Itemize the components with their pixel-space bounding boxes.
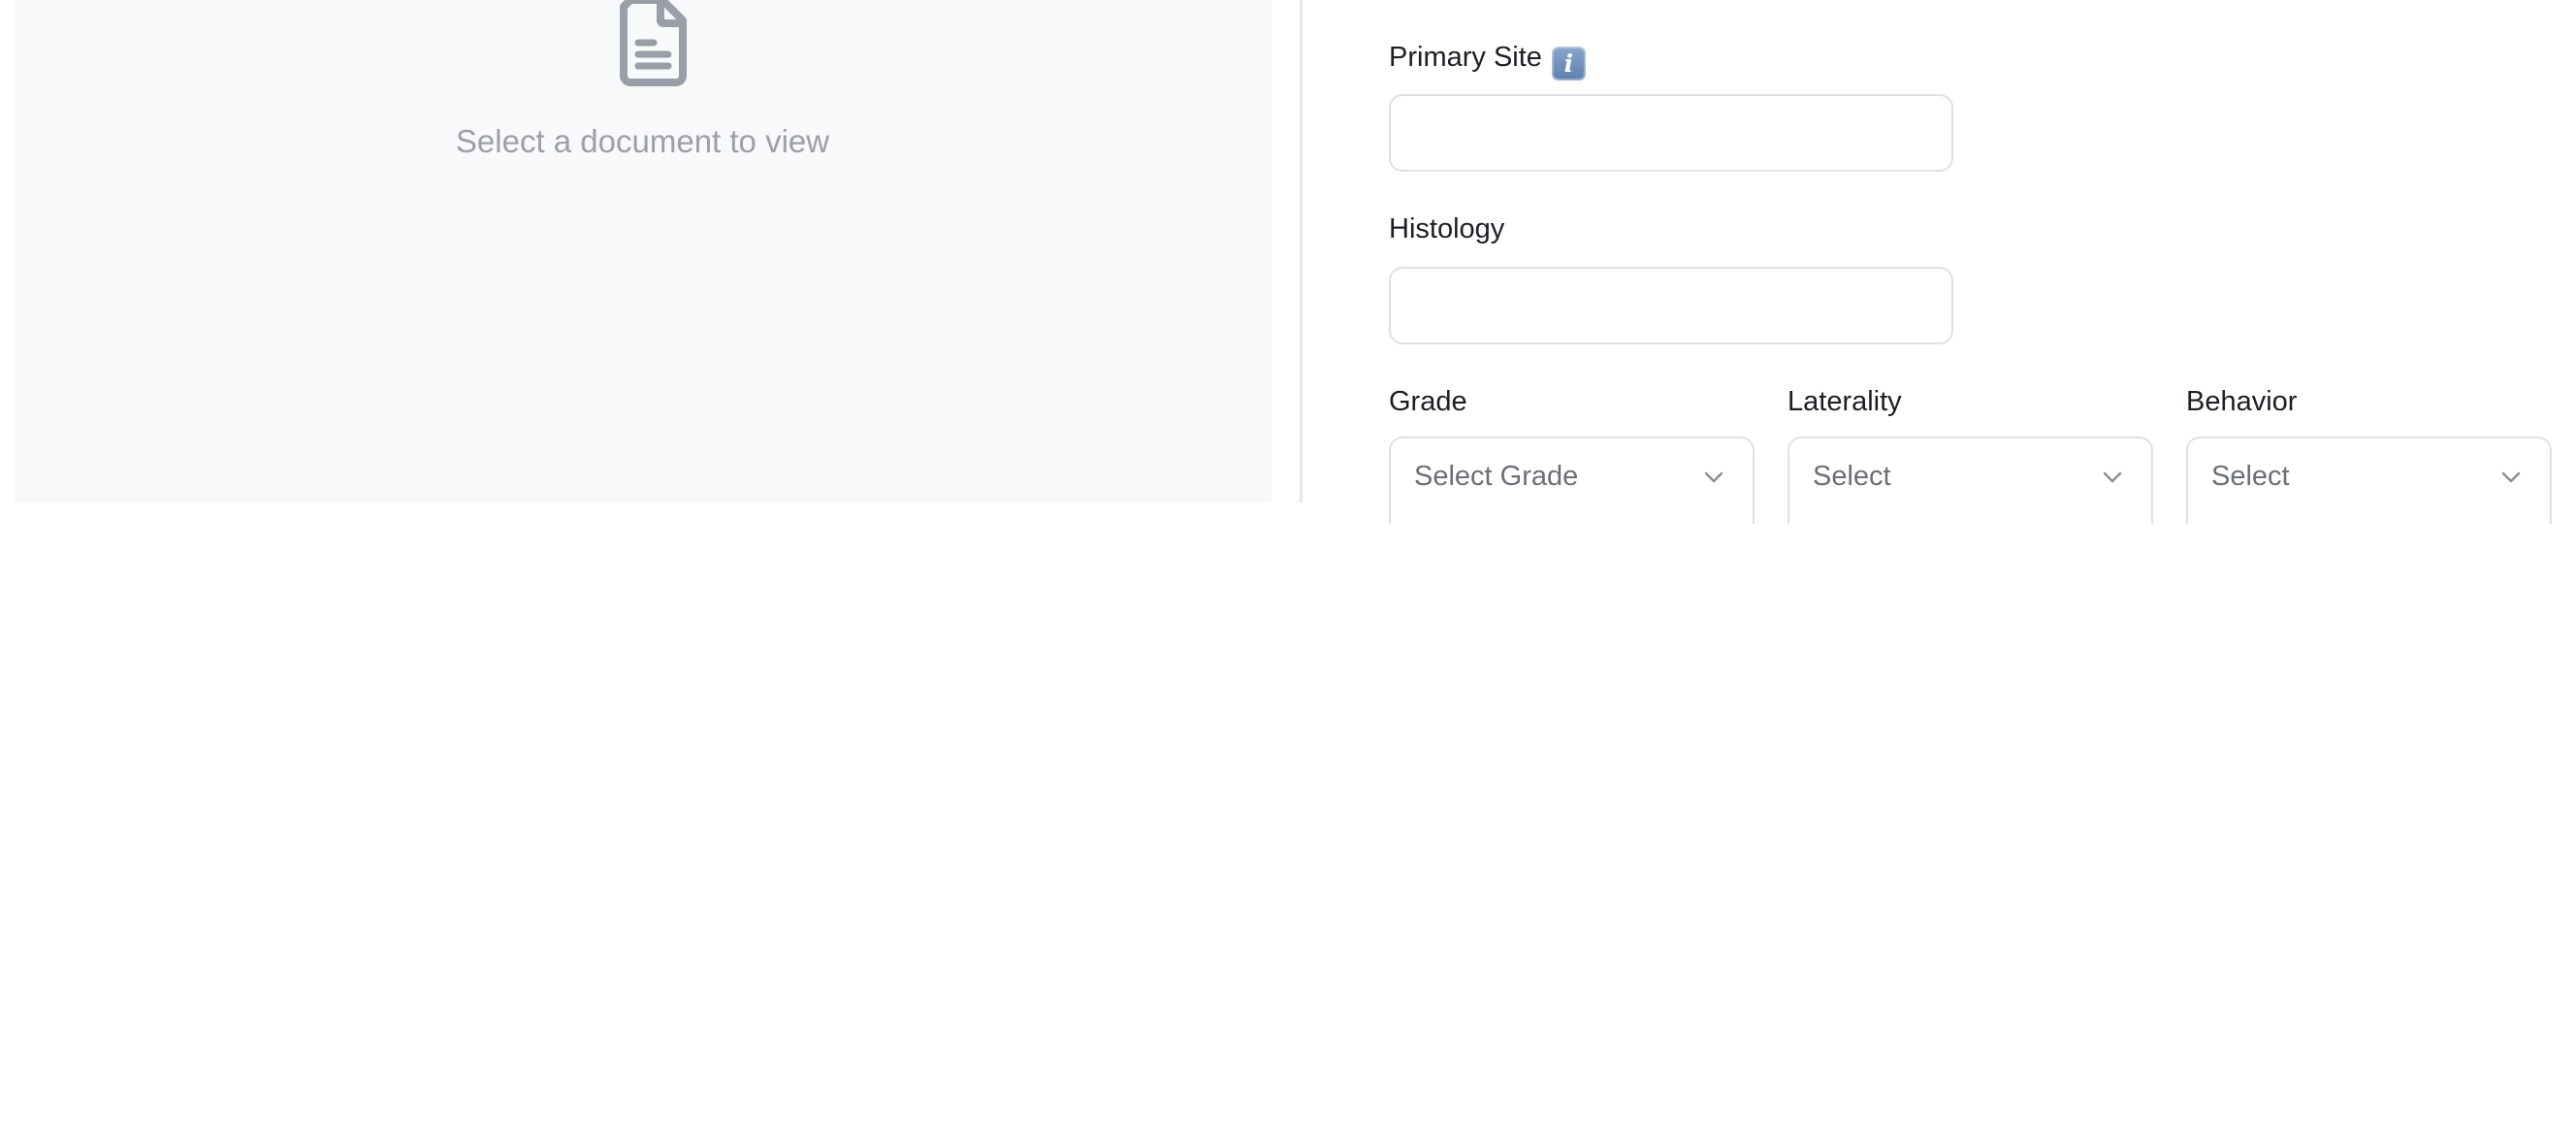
document-icon xyxy=(620,0,687,86)
laterality-label: Laterality xyxy=(1787,386,1902,417)
laterality-select[interactable]: Select xyxy=(1787,437,2153,524)
info-icon[interactable]: i xyxy=(1551,47,1586,81)
chevron-down-icon xyxy=(2501,471,2521,483)
primary-site-input[interactable] xyxy=(1389,94,1953,172)
viewer-empty-text: Select a document to view xyxy=(455,123,830,159)
panel-divider[interactable] xyxy=(1300,0,1303,503)
document-viewer: Select a document to view xyxy=(14,0,1272,503)
grade-select-value: Select Grade xyxy=(1414,461,1579,492)
laterality-select-value: Select xyxy=(1813,461,1891,492)
chevron-down-icon xyxy=(1704,471,1723,483)
histology-input[interactable] xyxy=(1389,267,1953,344)
behavior-select-value: Select xyxy=(2211,461,2290,492)
grade-label: Grade xyxy=(1389,386,1467,417)
primary-site-label: Primary Site xyxy=(1389,42,1542,73)
histology-label: Histology xyxy=(1389,213,1505,244)
behavior-select[interactable]: Select xyxy=(2186,437,2552,524)
behavior-label: Behavior xyxy=(2186,386,2298,417)
grade-select[interactable]: Select Grade xyxy=(1389,437,1755,524)
chevron-down-icon xyxy=(2103,471,2122,483)
primary-site-label-row: Primary Site i xyxy=(1389,40,1586,81)
